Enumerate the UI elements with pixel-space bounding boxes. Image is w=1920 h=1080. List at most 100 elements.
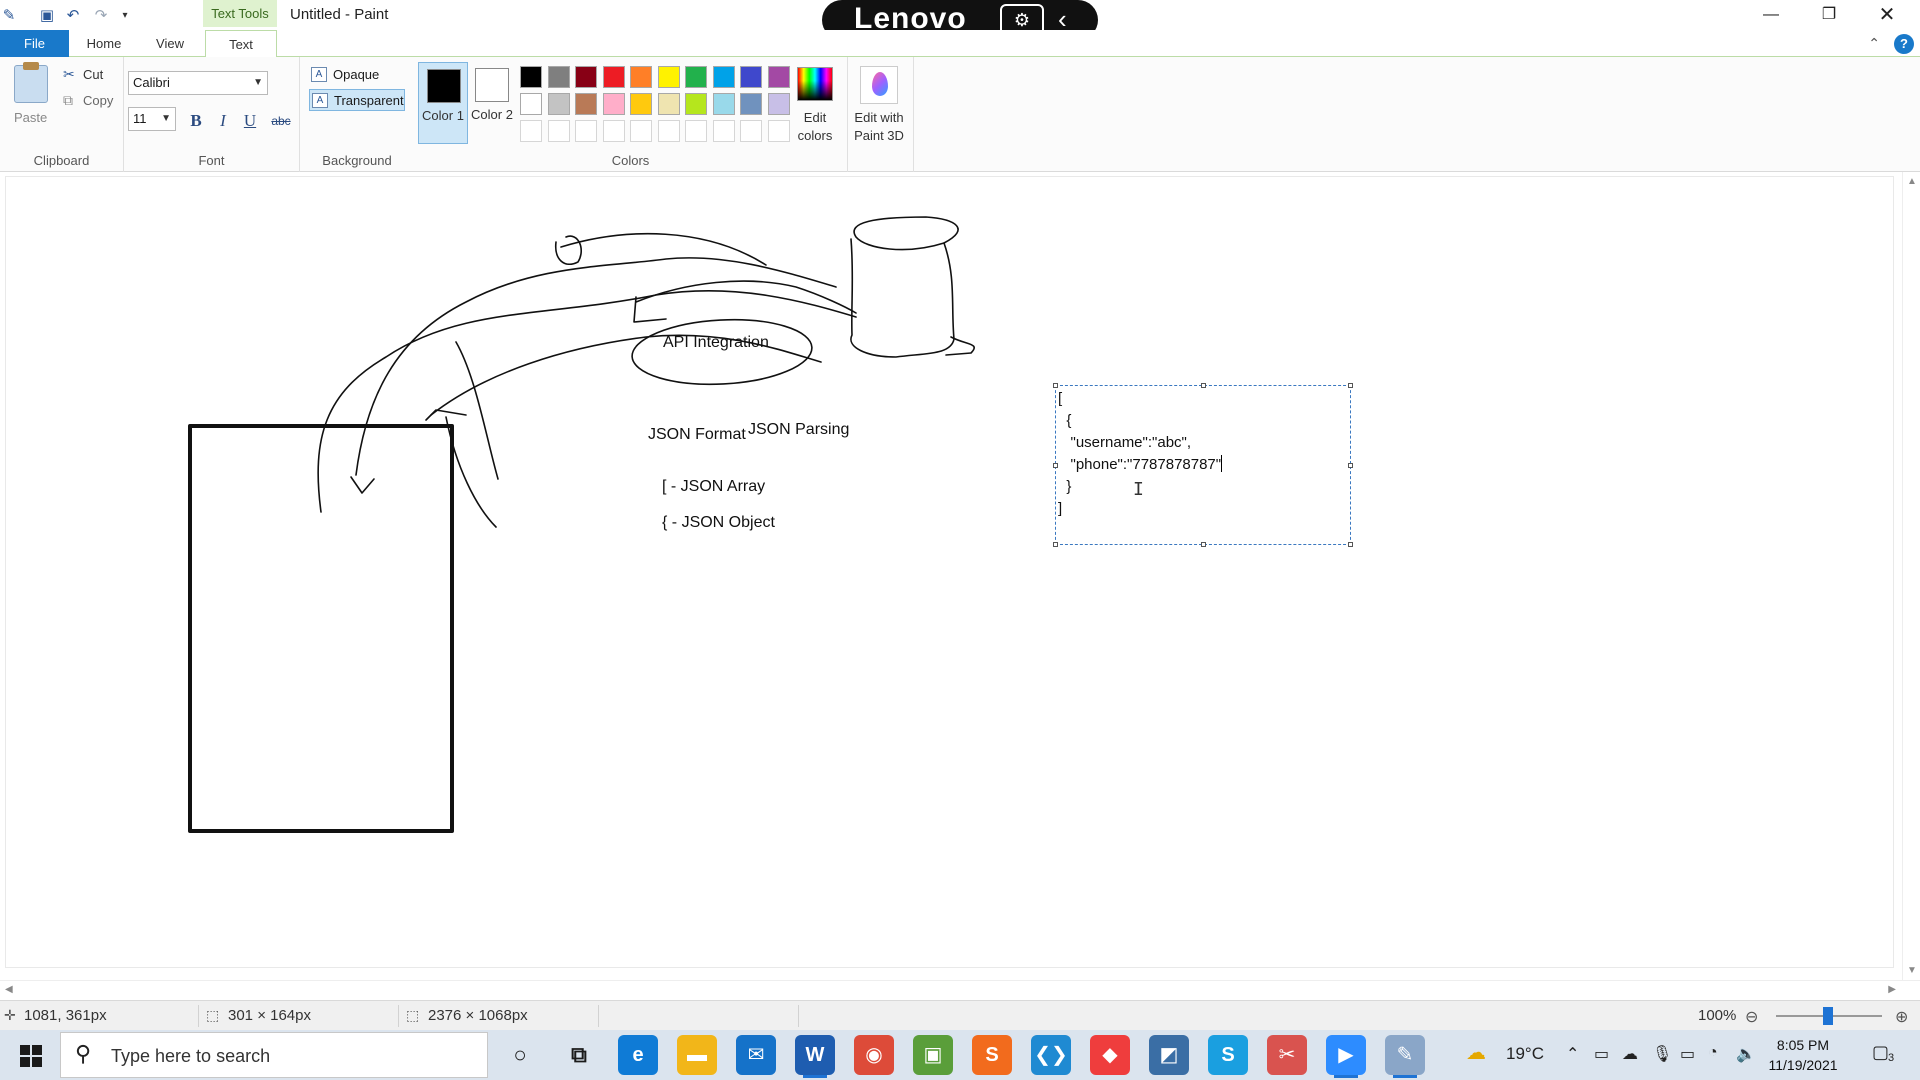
cortana-icon[interactable]: ○ (500, 1035, 540, 1075)
taskbar-clock[interactable]: 8:05 PM 11/19/2021 (1760, 1035, 1846, 1075)
transparent-option[interactable]: A Transparent (309, 89, 405, 111)
custom-color-slot[interactable] (657, 120, 680, 142)
scroll-left-icon[interactable]: ◀ (5, 984, 13, 995)
palette-swatch[interactable] (575, 93, 597, 115)
resize-handle[interactable] (1053, 542, 1058, 547)
file-explorer-icon[interactable]: ▬ (677, 1035, 717, 1075)
resize-handle[interactable] (1348, 463, 1353, 468)
notifications-icon[interactable]: ▢ (1872, 1042, 1889, 1063)
scroll-up-icon[interactable]: ▲ (1907, 176, 1917, 187)
collapse-ribbon-icon[interactable]: ⌃ (1868, 35, 1880, 52)
tab-text[interactable]: Text (205, 30, 277, 58)
scissors-icon[interactable]: ✂ (63, 66, 75, 83)
custom-color-slot[interactable] (712, 120, 735, 142)
underline-button[interactable]: U (240, 110, 260, 132)
close-button[interactable]: ✕ (1858, 0, 1916, 30)
horizontal-scrollbar[interactable]: ◀ ▶ (0, 980, 1920, 998)
palette-swatch[interactable] (520, 93, 542, 115)
zoom-in-icon[interactable]: ⊕ (1895, 1007, 1908, 1027)
zoom-out-icon[interactable]: ⊖ (1745, 1007, 1758, 1027)
font-size-select[interactable]: 11 ▼ (128, 107, 176, 131)
task-view-icon[interactable]: ⧉ (559, 1035, 599, 1075)
onedrive-icon[interactable]: ☁ (1622, 1044, 1638, 1064)
zoom-slider-thumb[interactable] (1823, 1007, 1833, 1025)
custom-color-slot[interactable] (547, 120, 570, 142)
volume-icon[interactable]: 🔈 (1736, 1044, 1756, 1064)
paint-icon[interactable]: ✎ (1385, 1035, 1425, 1078)
resize-handle[interactable] (1053, 463, 1058, 468)
palette-swatch[interactable] (602, 93, 625, 115)
scroll-down-icon[interactable]: ▼ (1907, 965, 1917, 976)
resize-handle[interactable] (1348, 383, 1353, 388)
paste-icon[interactable] (14, 62, 48, 103)
zoom-icon[interactable]: ▶ (1326, 1035, 1366, 1078)
microphone-icon[interactable]: 🎙 (1652, 1044, 1672, 1064)
json-text-content[interactable]: [ { "username":"abc", "phone":"778787878… (1058, 388, 1223, 520)
custom-color-slot[interactable] (575, 120, 597, 142)
customize-quick-access-icon[interactable]: ▾ (116, 6, 134, 24)
skype-icon[interactable]: S (1208, 1035, 1248, 1075)
undo-icon[interactable]: ↶ (64, 6, 82, 24)
custom-color-slot[interactable] (740, 120, 762, 142)
palette-swatch[interactable] (712, 93, 735, 115)
vscode-icon[interactable]: ❮❯ (1031, 1035, 1071, 1075)
save-icon[interactable]: ▣ (38, 6, 56, 24)
drawing-canvas[interactable]: API Integration JSON Format JSON Parsing… (6, 177, 1893, 967)
tab-home[interactable]: Home (74, 30, 134, 57)
restore-button[interactable]: ❐ (1800, 0, 1858, 30)
resize-handle[interactable] (1201, 383, 1206, 388)
cut-button[interactable]: Cut (83, 67, 103, 82)
copy-button[interactable]: Copy (83, 93, 113, 108)
color-spectrum-icon[interactable] (797, 67, 833, 101)
copy-icon[interactable]: ⧉ (63, 92, 73, 109)
palette-swatch[interactable] (767, 66, 790, 88)
edit-colors-button[interactable]: Edit colors (785, 109, 845, 145)
palette-swatch[interactable] (685, 93, 707, 115)
palette-swatch[interactable] (602, 66, 625, 88)
color1-button[interactable]: Color 1 (418, 62, 468, 144)
word-icon[interactable]: W (795, 1035, 835, 1078)
palette-swatch[interactable] (520, 66, 542, 88)
show-hidden-icons-icon[interactable]: ⌃ (1566, 1044, 1579, 1064)
start-button[interactable] (0, 1030, 60, 1080)
palette-swatch[interactable] (740, 93, 762, 115)
scroll-right-icon[interactable]: ▶ (1888, 984, 1896, 995)
custom-color-slot[interactable] (602, 120, 625, 142)
edge-icon[interactable]: e (618, 1035, 658, 1075)
color2-button[interactable]: Color 2 (467, 62, 517, 144)
taskbar-search-box[interactable]: ⚲ Type here to search (60, 1032, 488, 1078)
strikethrough-button[interactable]: abc (266, 110, 296, 132)
meet-now-icon[interactable]: ▭ (1594, 1044, 1609, 1064)
wifi-icon[interactable]: ◔ (1708, 1044, 1718, 1062)
palette-swatch[interactable] (547, 66, 570, 88)
palette-swatch[interactable] (685, 66, 707, 88)
resize-handle[interactable] (1053, 383, 1058, 388)
battery-icon[interactable]: ▭ (1680, 1044, 1695, 1064)
paste-button-label[interactable]: Paste (14, 110, 47, 125)
minimize-button[interactable]: — (1742, 0, 1800, 30)
tab-view[interactable]: View (140, 30, 200, 57)
text-selection-box[interactable]: [ { "username":"abc", "phone":"778787878… (1053, 383, 1353, 547)
palette-swatch[interactable] (575, 66, 597, 88)
custom-color-slot[interactable] (685, 120, 707, 142)
mail-icon[interactable]: ✉ (736, 1035, 776, 1075)
palette-swatch[interactable] (712, 66, 735, 88)
palette-swatch[interactable] (547, 93, 570, 115)
italic-button[interactable]: I (213, 110, 233, 132)
palette-swatch[interactable] (657, 66, 680, 88)
palette-swatch[interactable] (630, 93, 652, 115)
resize-handle[interactable] (1201, 542, 1206, 547)
weather-temp[interactable]: 19°C (1506, 1044, 1544, 1064)
resize-handle[interactable] (1348, 542, 1353, 547)
palette-swatch[interactable] (657, 93, 680, 115)
palette-swatch[interactable] (630, 66, 652, 88)
vertical-scrollbar[interactable]: ▲ ▼ (1902, 172, 1920, 980)
mysql-workbench-icon[interactable]: ◩ (1149, 1035, 1189, 1075)
custom-color-slot[interactable] (630, 120, 652, 142)
snip-sketch-icon[interactable]: ✂ (1267, 1035, 1307, 1075)
custom-color-slot[interactable] (520, 120, 542, 142)
anydesk-icon[interactable]: ◆ (1090, 1035, 1130, 1075)
tab-file[interactable]: File (0, 30, 69, 57)
palette-swatch[interactable] (740, 66, 762, 88)
chrome-icon[interactable]: ◉ (854, 1035, 894, 1075)
